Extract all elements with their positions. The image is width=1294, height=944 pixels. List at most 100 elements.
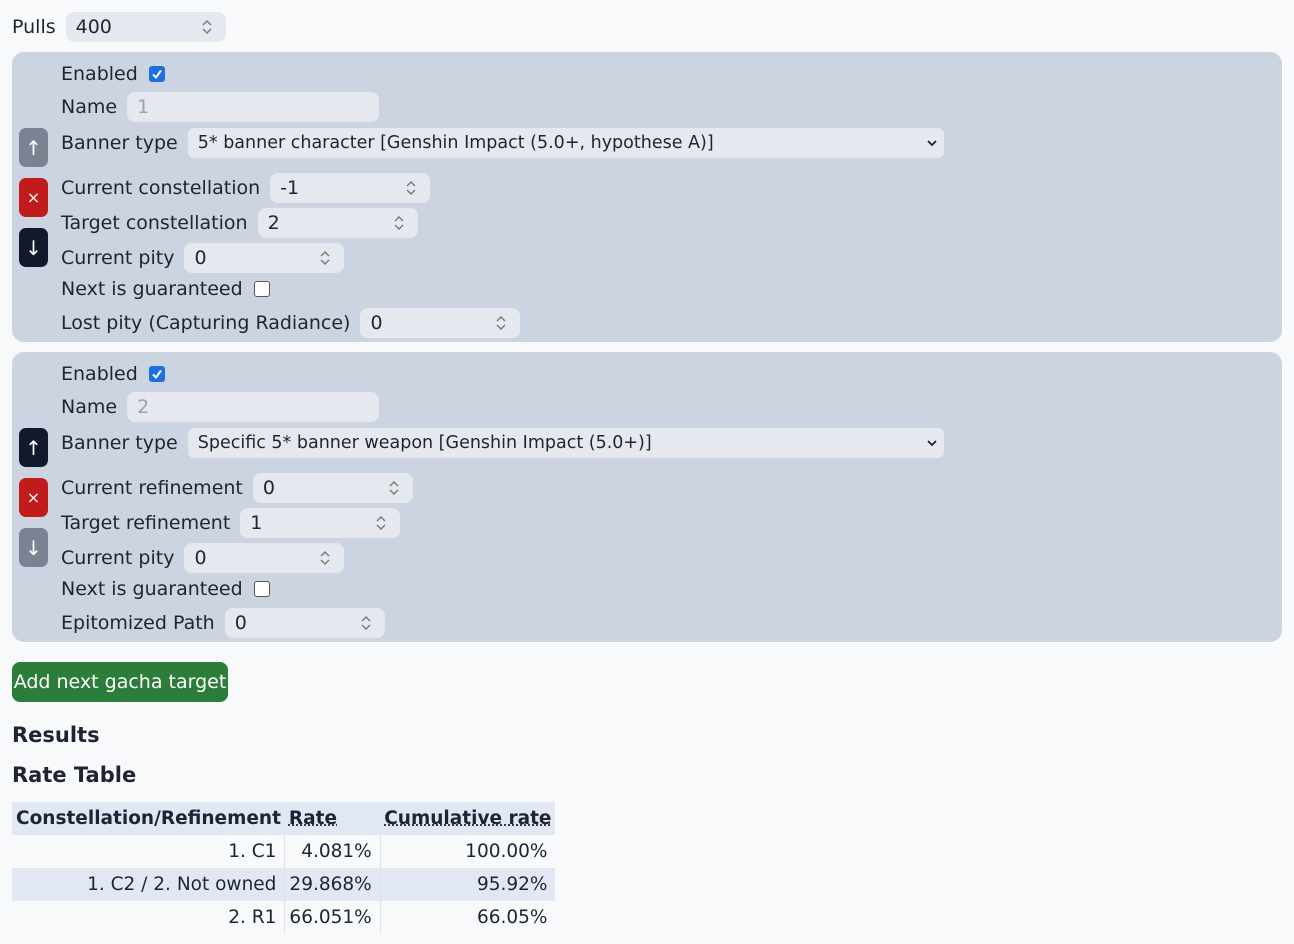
name-input[interactable]: 2 xyxy=(127,392,380,422)
current-constellation-value: -1 xyxy=(280,177,300,199)
banner-type-label: Banner type xyxy=(61,132,178,154)
column-header-rate[interactable]: Rate xyxy=(284,802,381,835)
name-row: Name 2 xyxy=(61,392,380,422)
epitomized-path-label: Epitomized Path xyxy=(61,612,215,634)
spinner-icon[interactable] xyxy=(361,614,371,632)
enabled-row: Enabled xyxy=(61,62,165,86)
remove-target-button[interactable]: × xyxy=(19,478,48,517)
table-row: 1. C2 / 2. Not owned 29.868% 95.92% xyxy=(12,868,556,901)
add-target-button[interactable]: Add next gacha target xyxy=(12,662,228,702)
enabled-checkbox[interactable] xyxy=(148,66,165,82)
banner-type-row: Banner type Specific 5* banner weapon [G… xyxy=(61,428,944,458)
target-constellation-input[interactable]: 2 xyxy=(257,208,418,238)
name-placeholder: 2 xyxy=(137,396,150,418)
pulls-row: Pulls 400 xyxy=(12,12,226,42)
lost-pity-input[interactable]: 0 xyxy=(360,308,521,338)
spinner-icon[interactable] xyxy=(320,249,330,267)
move-down-button[interactable]: ↓ xyxy=(19,528,48,567)
table-cell: 4.081% xyxy=(284,835,381,868)
enabled-label: Enabled xyxy=(61,63,138,85)
target-refinement-input[interactable]: 1 xyxy=(240,508,401,538)
chevron-down-icon xyxy=(927,140,937,147)
table-cell: 100.00% xyxy=(465,841,548,862)
table-cell: 66.051% xyxy=(284,901,381,934)
lost-pity-value: 0 xyxy=(370,312,383,334)
spinner-icon[interactable] xyxy=(394,214,404,232)
close-icon: × xyxy=(26,188,41,207)
table-cell: 1. C1 xyxy=(228,841,277,862)
table-row: 1. C1 4.081% 100.00% xyxy=(12,835,555,868)
name-label: Name xyxy=(61,96,118,118)
guaranteed-label: Next is guaranteed xyxy=(61,578,243,600)
target-constellation-label: Target constellation xyxy=(61,212,248,234)
arrow-down-icon: ↓ xyxy=(25,535,42,560)
current-pity-input[interactable]: 0 xyxy=(184,243,345,273)
spinner-icon[interactable] xyxy=(320,549,330,567)
current-constellation-row: Current constellation -1 xyxy=(61,173,431,203)
spinner-icon[interactable] xyxy=(496,314,506,332)
spinner-icon[interactable] xyxy=(376,514,386,532)
banner-type-value: Specific 5* banner weapon [Genshin Impac… xyxy=(197,433,652,453)
table-cell: 2. R1 xyxy=(228,907,277,928)
spinner-icon[interactable] xyxy=(406,179,416,197)
table-cell: 95.92% xyxy=(380,868,556,901)
current-pity-label: Current pity xyxy=(61,247,175,269)
current-pity-input[interactable]: 0 xyxy=(184,543,345,573)
lost-pity-row: Lost pity (Capturing Radiance) 0 xyxy=(61,308,521,338)
lost-pity-label: Lost pity (Capturing Radiance) xyxy=(61,312,351,334)
epitomized-path-input[interactable]: 0 xyxy=(224,608,385,638)
check-icon xyxy=(152,69,162,80)
banner-type-row: Banner type 5* banner character [Genshin… xyxy=(61,128,944,158)
remove-target-button[interactable]: × xyxy=(19,178,48,217)
target-refinement-row: Target refinement 1 xyxy=(61,508,401,538)
close-icon: × xyxy=(26,488,41,507)
epitomized-path-value: 0 xyxy=(234,612,247,634)
guaranteed-label: Next is guaranteed xyxy=(61,278,243,300)
move-up-button[interactable]: ↑ xyxy=(19,428,48,467)
target-refinement-label: Target refinement xyxy=(61,512,231,534)
guaranteed-checkbox[interactable] xyxy=(253,581,270,597)
banner-type-label: Banner type xyxy=(61,432,178,454)
epitomized-path-row: Epitomized Path 0 xyxy=(61,608,385,638)
rate-table: Constellation/Refinement Rate Cumulative… xyxy=(12,802,556,934)
table-cell: 66.05% xyxy=(476,907,548,928)
rate-table-heading: Rate Table xyxy=(12,763,137,787)
banner-type-value: 5* banner character [Genshin Impact (5.0… xyxy=(197,133,714,153)
gacha-target-panel-1: ↑ × ↓ Enabled Name 1 Banner type 5* bann… xyxy=(12,52,1282,342)
spinner-icon[interactable] xyxy=(202,18,212,36)
name-input[interactable]: 1 xyxy=(127,92,380,122)
spinner-icon[interactable] xyxy=(389,479,399,497)
current-pity-value: 0 xyxy=(194,247,207,269)
table-row: 2. R1 66.051% 66.05% xyxy=(12,901,555,934)
move-down-button[interactable]: ↓ xyxy=(19,228,48,267)
table-header-row: Constellation/Refinement Rate Cumulative… xyxy=(12,802,556,835)
column-header-cumulative-rate[interactable]: Cumulative rate xyxy=(380,802,556,835)
move-up-button[interactable]: ↑ xyxy=(19,128,48,167)
pulls-value: 400 xyxy=(75,16,112,38)
current-constellation-input[interactable]: -1 xyxy=(270,173,431,203)
pulls-label: Pulls xyxy=(12,16,56,38)
guaranteed-row: Next is guaranteed xyxy=(61,577,270,601)
name-label: Name xyxy=(61,396,118,418)
current-refinement-input[interactable]: 0 xyxy=(252,473,413,503)
enabled-checkbox[interactable] xyxy=(148,366,165,382)
enabled-row: Enabled xyxy=(61,362,165,386)
current-constellation-label: Current constellation xyxy=(61,177,261,199)
banner-type-select[interactable]: 5* banner character [Genshin Impact (5.0… xyxy=(187,128,944,158)
table-cell: 29.868% xyxy=(284,868,381,901)
current-refinement-label: Current refinement xyxy=(61,477,243,499)
enabled-label: Enabled xyxy=(61,363,138,385)
guaranteed-checkbox[interactable] xyxy=(253,281,270,297)
current-pity-row: Current pity 0 xyxy=(61,243,345,273)
results-heading: Results xyxy=(12,723,100,747)
pulls-input[interactable]: 400 xyxy=(65,12,226,42)
arrow-up-icon: ↑ xyxy=(25,135,42,160)
table-cell: 1. C2 / 2. Not owned xyxy=(12,868,285,901)
current-refinement-row: Current refinement 0 xyxy=(61,473,413,503)
check-icon xyxy=(152,369,162,380)
arrow-up-icon: ↑ xyxy=(25,435,42,460)
arrow-down-icon: ↓ xyxy=(25,235,42,260)
banner-type-select[interactable]: Specific 5* banner weapon [Genshin Impac… xyxy=(187,428,944,458)
gacha-target-panel-2: ↑ × ↓ Enabled Name 2 Banner type Specifi… xyxy=(12,352,1282,642)
target-constellation-row: Target constellation 2 xyxy=(61,208,418,238)
